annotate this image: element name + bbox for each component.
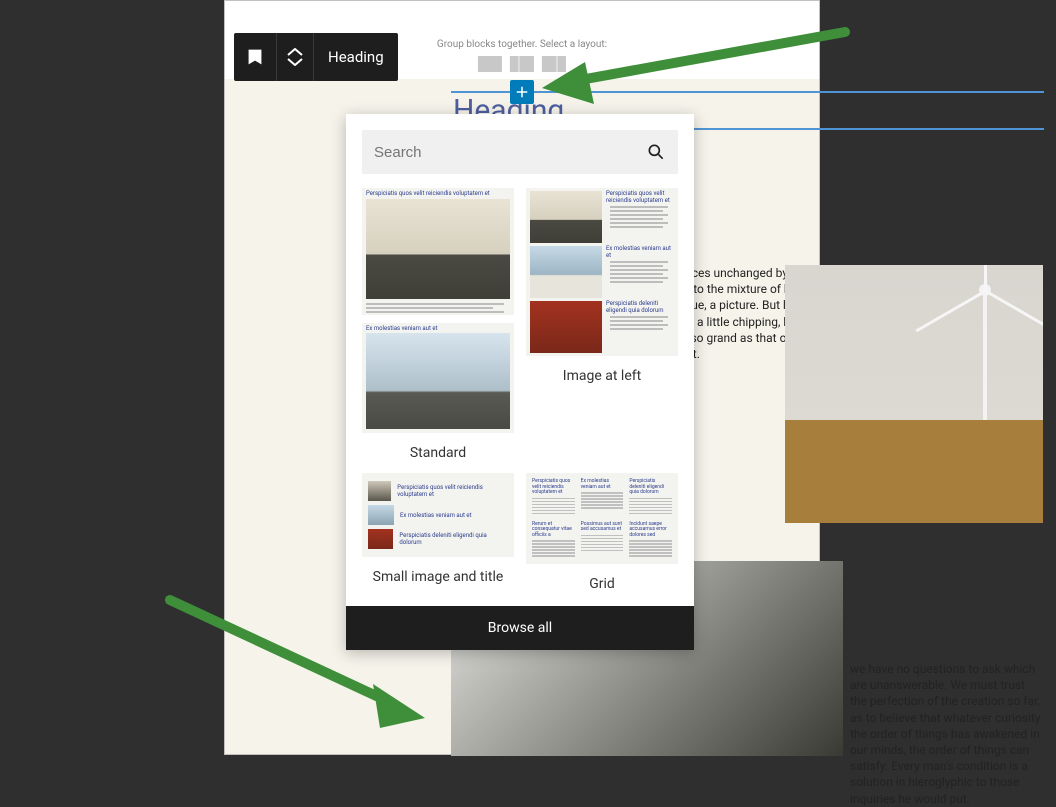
layout-option-split-right[interactable]	[542, 56, 566, 72]
preview-title: Perspiciatis quos velit reiciendis volup…	[397, 484, 508, 498]
hero-image-windmill	[785, 265, 1043, 523]
group-hint: Group blocks together. Select a layout:	[437, 39, 607, 72]
article-body-2: we have no questions to ask which are un…	[850, 661, 1044, 807]
search-input[interactable]	[374, 144, 646, 161]
chevron-down-icon[interactable]	[287, 58, 303, 66]
preview-title: Perspiciatis quos velit reiciendis volup…	[606, 191, 674, 204]
preview-title: Perspiciatis quos velit reiciendis volup…	[532, 479, 575, 496]
group-hint-text: Group blocks together. Select a layout:	[437, 39, 607, 50]
pattern-grid[interactable]: Perspiciatis quos velit reiciendis volup…	[526, 473, 678, 592]
browse-all-button[interactable]: Browse all	[346, 606, 694, 650]
inserter-search[interactable]	[362, 130, 678, 174]
preview-title: Rerum et consequatur vitae officiis a	[532, 522, 575, 539]
preview-title: Perspiciatis quos velit reiciendis volup…	[366, 191, 510, 198]
preview-title: Ex molestias veniam aut et	[366, 326, 510, 333]
pattern-standard[interactable]: Perspiciatis quos velit reiciendis volup…	[362, 188, 514, 461]
preview-title: Perspiciatis deleniti eligendi quia dolo…	[606, 301, 674, 314]
block-inserter-popover: Perspiciatis quos velit reiciendis volup…	[346, 114, 694, 650]
preview-title: Ex molestias veniam aut et	[606, 246, 674, 259]
pattern-small-image-title[interactable]: Perspiciatis quos velit reiciendis volup…	[362, 473, 514, 592]
preview-title: Ex molestias veniam aut et	[581, 479, 624, 490]
browse-all-label: Browse all	[488, 620, 552, 636]
block-toolbar: Heading	[234, 33, 398, 81]
block-movers[interactable]	[277, 33, 313, 81]
pattern-grid: Perspiciatis quos velit reiciendis volup…	[346, 184, 694, 606]
preview-title: Perspiciatis deleniti eligendi quia dolo…	[629, 479, 672, 496]
pattern-label: Standard	[362, 445, 514, 461]
add-block-button[interactable]	[510, 80, 534, 104]
chevron-up-icon[interactable]	[287, 48, 303, 56]
preview-title: Perspiciatis deleniti eligendi quia dolo…	[399, 532, 508, 546]
block-type-icon[interactable]	[234, 33, 276, 81]
layout-option-split-left[interactable]	[510, 56, 534, 72]
preview-title: Possimus aut sunt sed accusamus et	[581, 522, 624, 533]
search-icon	[646, 142, 666, 162]
pattern-image-at-left[interactable]: Perspiciatis quos velit reiciendis volup…	[526, 188, 678, 461]
pattern-label: Grid	[526, 576, 678, 592]
layout-option-single[interactable]	[478, 56, 502, 72]
pattern-label: Small image and title	[362, 569, 514, 585]
preview-title: Incidunt saepe accusamus error dolores s…	[629, 522, 672, 539]
preview-title: Ex molestias veniam aut et	[400, 512, 472, 519]
plus-icon	[513, 83, 531, 101]
block-type-label[interactable]: Heading	[314, 48, 398, 66]
pattern-label: Image at left	[526, 368, 678, 384]
